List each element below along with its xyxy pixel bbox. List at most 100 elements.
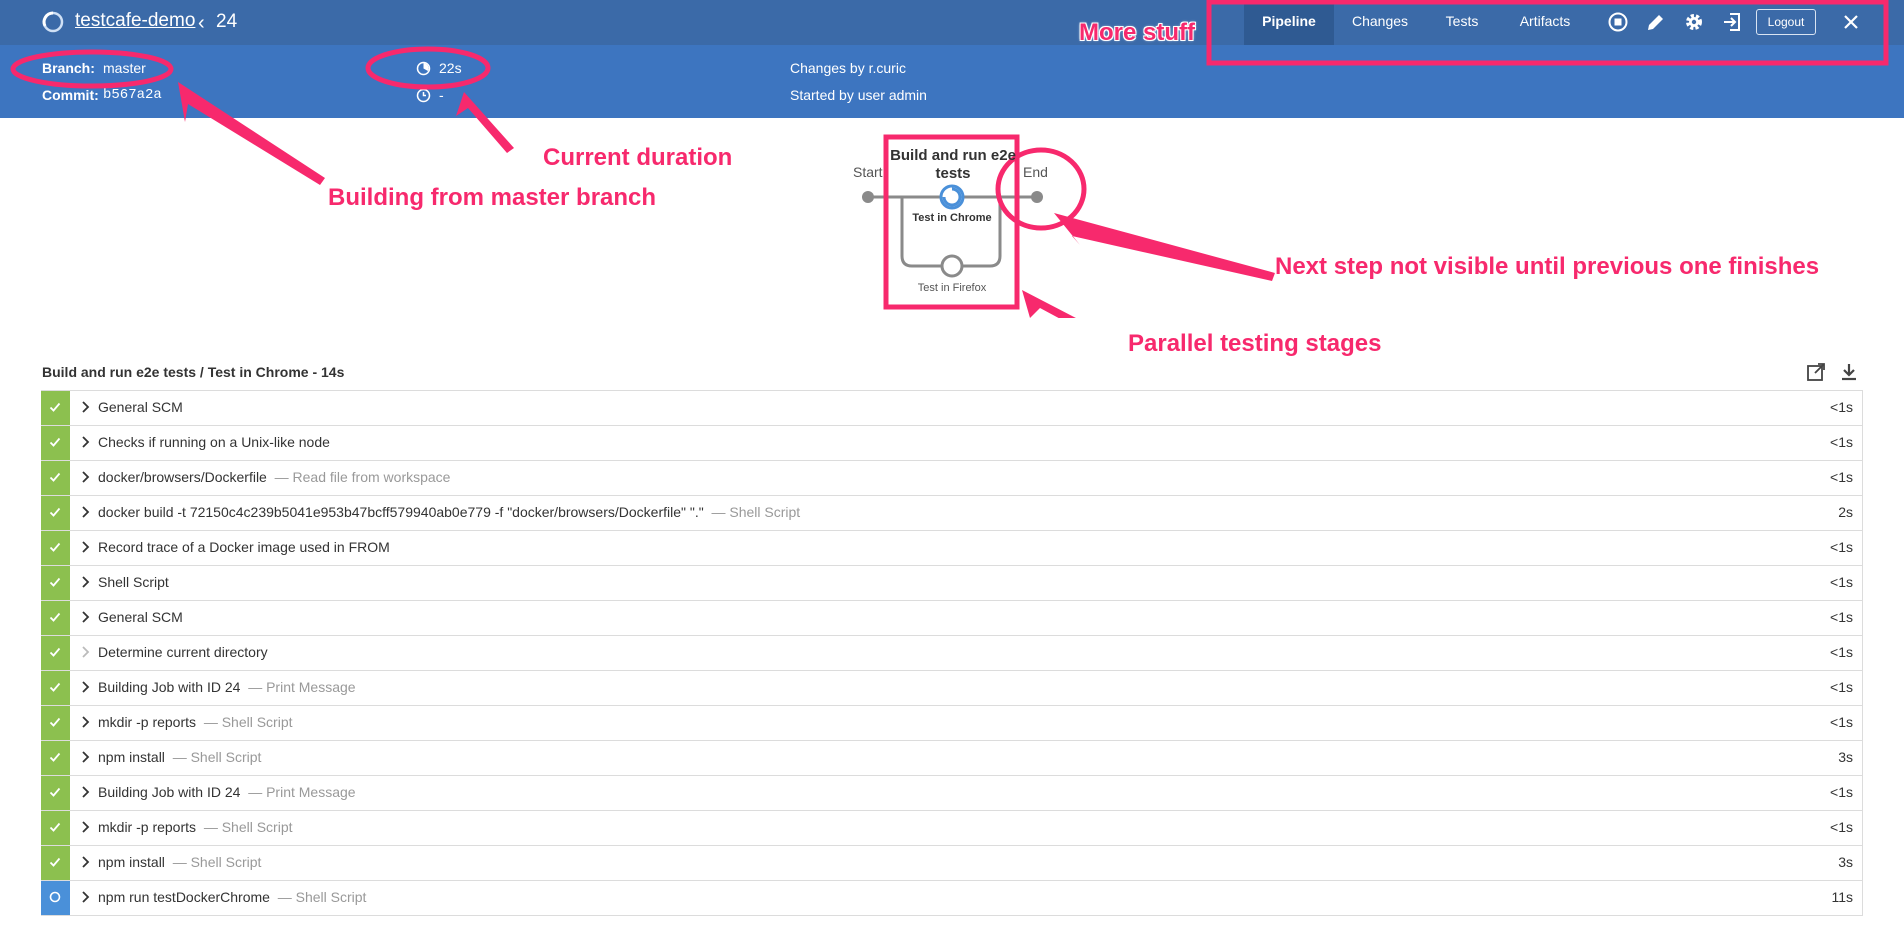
step-title: Determine current directory xyxy=(98,644,275,660)
checkmark-icon xyxy=(49,857,61,867)
chevron-right-icon[interactable] xyxy=(80,820,92,834)
chevron-right-icon[interactable] xyxy=(80,645,92,659)
step-name: npm install xyxy=(98,749,165,765)
step-row[interactable]: General SCM <1s xyxy=(41,601,1863,636)
arrow-duration xyxy=(456,92,514,153)
step-title: mkdir -p reports — Shell Script xyxy=(98,819,293,835)
step-row[interactable]: Shell Script <1s xyxy=(41,566,1863,601)
download-icon[interactable] xyxy=(1839,362,1859,382)
step-duration: <1s xyxy=(1830,399,1853,415)
step-status xyxy=(41,391,70,425)
step-status xyxy=(41,671,70,705)
checkmark-icon xyxy=(49,787,61,797)
chevron-right-icon[interactable] xyxy=(80,505,92,519)
step-row[interactable]: mkdir -p reports — Shell Script <1s xyxy=(41,811,1863,846)
more-stuff-box xyxy=(1206,0,1889,66)
chevron-right-icon[interactable] xyxy=(80,855,92,869)
step-name: mkdir -p reports xyxy=(98,714,197,730)
arrow-branch xyxy=(178,82,325,185)
step-list: General SCM <1s Checks if running on a Un… xyxy=(41,390,1863,916)
step-name: Determine current directory xyxy=(98,644,268,660)
step-row[interactable]: Building Job with ID 24 — Print Message <… xyxy=(41,776,1863,811)
step-row[interactable]: Checks if running on a Unix-like node <1… xyxy=(41,426,1863,461)
step-title: Checks if running on a Unix-like node xyxy=(98,434,338,450)
step-status xyxy=(41,706,70,740)
step-duration: <1s xyxy=(1830,574,1853,590)
step-row[interactable]: Building Job with ID 24 — Print Message <… xyxy=(41,671,1863,706)
step-duration: <1s xyxy=(1830,539,1853,555)
checkmark-icon xyxy=(49,647,61,657)
step-row[interactable]: Record trace of a Docker image used in F… xyxy=(41,531,1863,566)
step-duration: <1s xyxy=(1830,714,1853,730)
log-heading: Build and run e2e tests / Test in Chrome… xyxy=(42,364,345,380)
step-row[interactable]: General SCM <1s xyxy=(41,390,1863,426)
step-row[interactable]: Determine current directory <1s xyxy=(41,636,1863,671)
step-title: docker/browsers/Dockerfile — Read file f… xyxy=(98,469,450,485)
chevron-right-icon[interactable] xyxy=(80,575,92,589)
duration-highlight xyxy=(365,46,491,90)
annotation-next-step: Next step not visible until previous one… xyxy=(1275,253,1820,280)
step-row[interactable]: docker/browsers/Dockerfile — Read file f… xyxy=(41,461,1863,496)
step-title: npm run testDockerChrome — Shell Script xyxy=(98,889,366,905)
chevron-right-icon[interactable] xyxy=(80,610,92,624)
firefox-stage-node[interactable] xyxy=(940,254,964,278)
step-name: docker build -t 72150c4c239b5041e953b47b… xyxy=(98,504,704,520)
step-row[interactable]: mkdir -p reports — Shell Script <1s xyxy=(41,706,1863,741)
annotation-overlay xyxy=(10,0,1889,185)
step-title: Building Job with ID 24 — Print Message xyxy=(98,784,356,800)
step-name: npm run testDockerChrome xyxy=(98,889,270,905)
step-duration: <1s xyxy=(1830,434,1853,450)
step-duration: <1s xyxy=(1830,679,1853,695)
checkmark-icon xyxy=(49,717,61,727)
step-name: Building Job with ID 24 xyxy=(98,784,241,800)
chevron-right-icon[interactable] xyxy=(80,470,92,484)
step-type: — Read file from workspace xyxy=(274,469,451,485)
step-type: — Shell Script xyxy=(203,714,293,730)
open-in-new-window-icon[interactable] xyxy=(1806,362,1826,382)
step-title: mkdir -p reports — Shell Script xyxy=(98,714,293,730)
step-status xyxy=(41,566,70,600)
step-status xyxy=(41,496,70,530)
step-duration: <1s xyxy=(1830,609,1853,625)
chevron-right-icon[interactable] xyxy=(80,540,92,554)
step-title: npm install — Shell Script xyxy=(98,749,261,765)
step-title: Building Job with ID 24 — Print Message xyxy=(98,679,356,695)
step-row[interactable]: npm run testDockerChrome — Shell Script 1… xyxy=(41,881,1863,916)
step-name: Shell Script xyxy=(98,574,169,590)
step-row[interactable]: npm install — Shell Script 3s xyxy=(41,741,1863,776)
step-type: — Print Message xyxy=(248,784,356,800)
step-status xyxy=(41,601,70,635)
step-status xyxy=(41,636,70,670)
checkmark-icon xyxy=(49,577,61,587)
step-status xyxy=(41,881,70,915)
step-name: npm install xyxy=(98,854,165,870)
annotation-parallel: Parallel testing stages xyxy=(1128,330,1382,357)
step-status xyxy=(41,846,70,880)
chevron-right-icon[interactable] xyxy=(80,785,92,799)
step-name: Building Job with ID 24 xyxy=(98,679,241,695)
branch-firefox-label[interactable]: Test in Firefox xyxy=(892,282,1012,294)
arrow-parallel xyxy=(1022,290,1076,318)
checkmark-icon xyxy=(49,402,61,412)
chevron-right-icon[interactable] xyxy=(80,680,92,694)
chevron-right-icon[interactable] xyxy=(80,750,92,764)
step-name: Record trace of a Docker image used in F… xyxy=(98,539,390,555)
step-row[interactable]: docker build -t 72150c4c239b5041e953b47b… xyxy=(41,496,1863,531)
step-name: docker/browsers/Dockerfile xyxy=(98,469,267,485)
step-status xyxy=(41,741,70,775)
chevron-right-icon[interactable] xyxy=(80,435,92,449)
step-name: General SCM xyxy=(98,609,183,625)
step-status xyxy=(41,811,70,845)
step-duration: <1s xyxy=(1830,644,1853,660)
step-type: — Shell Script xyxy=(277,889,367,905)
step-row[interactable]: npm install — Shell Script 3s xyxy=(41,846,1863,881)
running-icon xyxy=(49,891,61,903)
step-duration: 3s xyxy=(1838,854,1853,870)
step-name: Checks if running on a Unix-like node xyxy=(98,434,330,450)
checkmark-icon xyxy=(49,822,61,832)
checkmark-icon xyxy=(49,507,61,517)
chevron-right-icon[interactable] xyxy=(80,715,92,729)
chevron-right-icon[interactable] xyxy=(80,890,92,904)
step-duration: 2s xyxy=(1838,504,1853,520)
chevron-right-icon[interactable] xyxy=(80,400,92,414)
